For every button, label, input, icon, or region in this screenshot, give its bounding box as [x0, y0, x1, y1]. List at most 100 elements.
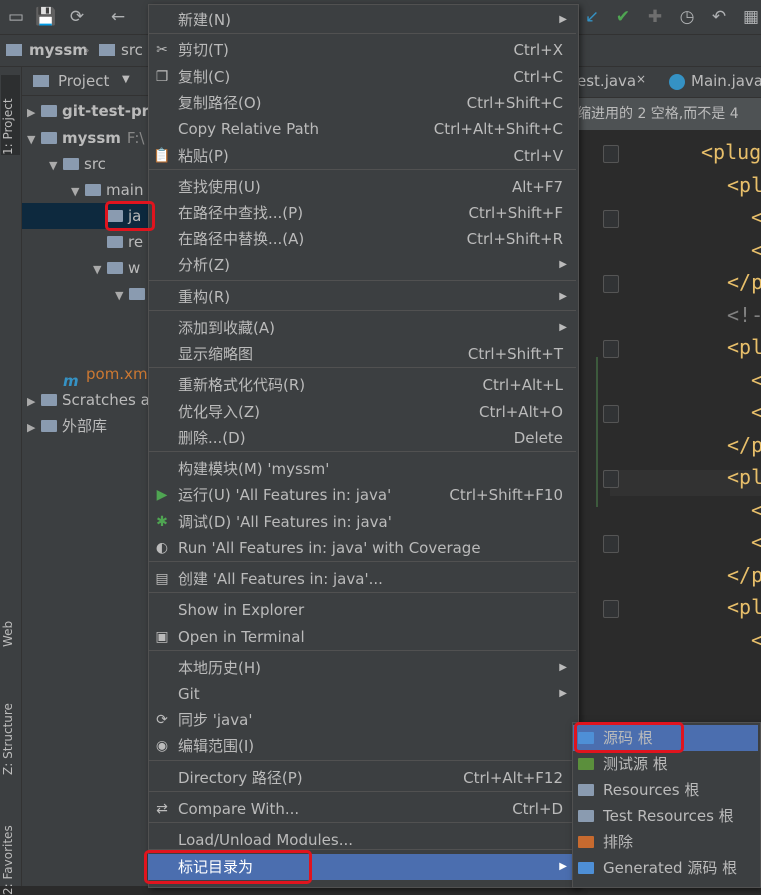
menu-item[interactable]: ▣ Open in Terminal: [148, 624, 577, 650]
back-arrow-icon[interactable]: ←: [108, 7, 128, 27]
menu-item[interactable]: 显示缩略图 Ctrl+Shift+T: [148, 341, 577, 367]
menu-item[interactable]: 删除...(D) Delete: [148, 425, 577, 451]
fold-marker-icon[interactable]: [603, 275, 619, 293]
code-line: <pl: [727, 595, 761, 619]
submenu-item[interactable]: 排除: [573, 829, 758, 855]
menu-item-shortcut: Delete: [513, 429, 563, 447]
open-folder-icon[interactable]: ▭: [6, 7, 26, 27]
menu-item[interactable]: 在路径中查找...(P) Ctrl+Shift+F: [148, 200, 577, 226]
tree-row[interactable]: ▼ main: [71, 177, 150, 203]
submenu-arrow-icon: ▶: [559, 291, 567, 302]
menu-item[interactable]: 📋 粘贴(P) Ctrl+V: [148, 143, 577, 169]
tree-row[interactable]: re: [93, 229, 150, 255]
settings-icon[interactable]: ▦: [741, 7, 761, 27]
collapse-arrow-icon[interactable]: ▶: [27, 389, 41, 413]
sync-icon[interactable]: ⟳: [67, 7, 87, 27]
fold-marker-icon[interactable]: [603, 340, 619, 358]
revert-icon[interactable]: ↶: [709, 7, 729, 27]
menu-item-shortcut: Ctrl+Shift+T: [467, 345, 563, 363]
history-clock-icon[interactable]: ◷: [677, 7, 697, 27]
tree-row[interactable]: ▶ Scratches a: [27, 387, 150, 413]
tree-row-label: re: [128, 233, 144, 251]
menu-item[interactable]: ✱ 调试(D) 'All Features in: java': [148, 509, 577, 535]
structure-tool-tab[interactable]: Z: Structure: [1, 685, 20, 775]
menu-item-label: 显示缩略图: [178, 345, 254, 363]
fold-marker-icon[interactable]: [603, 600, 619, 618]
menu-item[interactable]: Show in Explorer: [148, 597, 577, 623]
menu-item[interactable]: ◐ Run 'All Features in: java' with Covera…: [148, 535, 577, 561]
tree-row[interactable]: ▼ myssm F:\: [27, 125, 150, 151]
folder-icon: [107, 261, 123, 274]
folder-icon: [85, 183, 101, 196]
favorites-tool-tab[interactable]: 2: Favorites: [1, 809, 20, 895]
menu-item[interactable]: ✂ 剪切(T) Ctrl+X: [148, 37, 577, 63]
menu-item[interactable]: 复制路径(O) Ctrl+Shift+C: [148, 90, 577, 116]
submenu-item[interactable]: Resources 根: [573, 777, 758, 803]
fold-marker-icon[interactable]: [603, 145, 619, 163]
update-project-icon[interactable]: ↙: [582, 7, 602, 27]
menu-item[interactable]: 重新格式化代码(R) Ctrl+Alt+L: [148, 372, 577, 398]
menu-item[interactable]: ▤ 创建 'All Features in: java'...: [148, 566, 577, 592]
tree-row[interactable]: ▼: [115, 281, 150, 307]
expand-arrow-icon[interactable]: ▼: [27, 127, 41, 151]
push-icon[interactable]: ✚: [645, 7, 665, 27]
menu-item[interactable]: 查找使用(U) Alt+F7: [148, 174, 577, 200]
menu-item[interactable]: 新建(N) ▶: [148, 7, 577, 33]
expand-arrow-icon[interactable]: ▼: [115, 283, 129, 307]
tree-row[interactable]: m pom.xm: [49, 361, 150, 387]
menu-item-label: 同步 'java': [178, 711, 253, 729]
menu-item[interactable]: ▶ 运行(U) 'All Features in: java' Ctrl+Shift…: [148, 482, 577, 508]
menu-item[interactable]: 分析(Z) ▶: [148, 252, 577, 278]
tree-row[interactable]: ▶ git-test-pr: [27, 98, 150, 124]
menu-separator: [149, 169, 576, 170]
menu-separator: [149, 367, 576, 368]
tree-row-label: git-test-pr: [62, 102, 150, 120]
chevron-down-icon[interactable]: ▼: [122, 74, 130, 85]
project-tool-tab[interactable]: 1: Project: [1, 75, 20, 155]
menu-item[interactable]: Directory 路径(P) Ctrl+Alt+F12: [148, 765, 577, 791]
commit-check-icon[interactable]: ✔: [613, 7, 633, 27]
expand-arrow-icon[interactable]: ▼: [71, 179, 85, 203]
project-view-selector[interactable]: Project: [58, 72, 109, 90]
tree-row[interactable]: ▶ 外部库: [27, 413, 150, 439]
menu-item[interactable]: ◉ 编辑范围(I): [148, 733, 577, 759]
left-tool-stripe: 1: Project Web Z: Structure 2: Favorites: [0, 67, 22, 895]
breadcrumb-folder[interactable]: src: [121, 41, 143, 59]
menu-item[interactable]: 添加到收藏(A) ▶: [148, 315, 577, 341]
fold-marker-icon[interactable]: [603, 470, 619, 488]
expand-arrow-icon[interactable]: ▼: [49, 153, 63, 177]
fold-marker-icon[interactable]: [603, 535, 619, 553]
editor-tab-main[interactable]: Main.java: [691, 72, 761, 90]
menu-item-label: 构建模块(M) 'myssm': [178, 460, 330, 478]
menu-item[interactable]: 本地历史(H) ▶: [148, 655, 577, 681]
menu-item[interactable]: 重构(R) ▶: [148, 284, 577, 310]
fold-marker-icon[interactable]: [603, 405, 619, 423]
tree-row[interactable]: ▼ src: [49, 151, 150, 177]
breadcrumb-project[interactable]: myssm: [29, 41, 88, 59]
submenu-item[interactable]: 测试源 根: [573, 751, 758, 777]
save-icon[interactable]: 💾: [35, 7, 56, 27]
submenu-item[interactable]: Generated 源码 根: [573, 855, 758, 881]
collapse-arrow-icon[interactable]: ▶: [27, 415, 41, 439]
menu-item[interactable]: 在路径中替换...(A) Ctrl+Shift+R: [148, 226, 577, 252]
collapse-arrow-icon[interactable]: ▶: [27, 100, 41, 124]
fold-marker-icon[interactable]: [603, 210, 619, 228]
menu-item[interactable]: Copy Relative Path Ctrl+Alt+Shift+C: [148, 116, 577, 142]
menu-item-label: Run 'All Features in: java' with Coverag…: [178, 539, 481, 557]
expand-arrow-icon[interactable]: ▼: [93, 257, 107, 281]
web-tool-tab[interactable]: Web: [1, 607, 20, 647]
menu-item[interactable]: 优化导入(Z) Ctrl+Alt+O: [148, 399, 577, 425]
tree-row[interactable]: ▼ w: [93, 255, 150, 281]
menu-item[interactable]: 构建模块(M) 'myssm': [148, 456, 577, 482]
editor-tab-test[interactable]: est.java: [577, 72, 636, 90]
close-icon[interactable]: ×: [636, 72, 646, 86]
tree-row-path: F:\: [126, 129, 145, 147]
annotation-box-source-root: [574, 722, 684, 753]
menu-item[interactable]: ⟳ 同步 'java': [148, 707, 577, 733]
menu-item-label: Git: [178, 685, 200, 703]
menu-item[interactable]: Git ▶: [148, 681, 577, 707]
menu-separator: [149, 822, 576, 823]
menu-item[interactable]: ⇄ Compare With... Ctrl+D: [148, 796, 577, 822]
submenu-item[interactable]: Test Resources 根: [573, 803, 758, 829]
menu-item[interactable]: ❐ 复制(C) Ctrl+C: [148, 64, 577, 90]
